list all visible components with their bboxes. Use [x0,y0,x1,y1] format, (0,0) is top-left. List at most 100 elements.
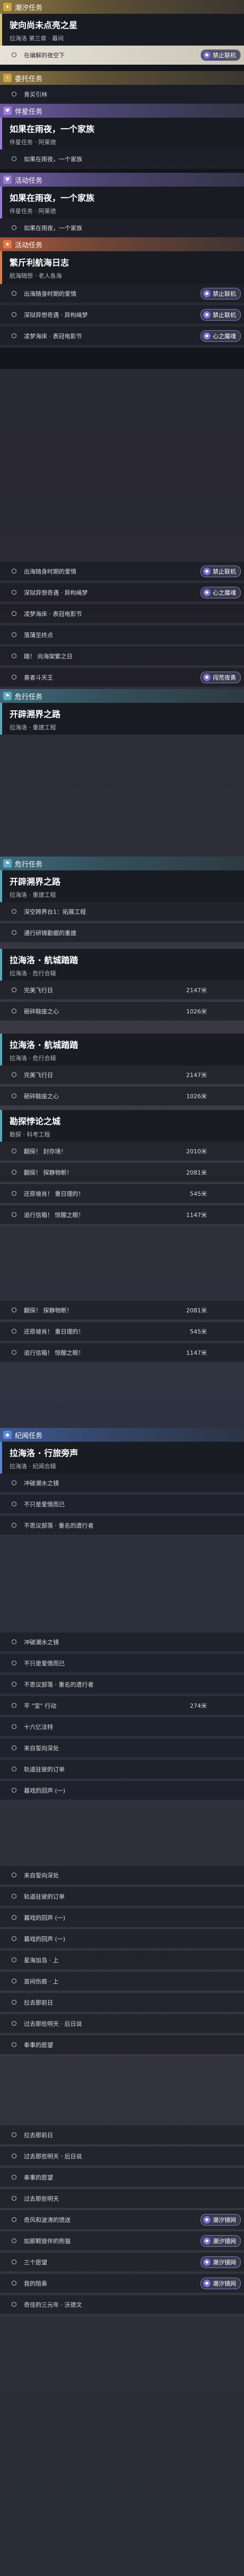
quest-step-item[interactable]: 落蒲至终点 [0,625,244,645]
step-label: 拉去那前日 [24,1999,53,2006]
quest-step-item[interactable]: 还原坡肖！ 重日理的！ 545米 [0,1322,244,1341]
quest-card[interactable]: 如果在雨夜，一个家族 伴星任务 · 阿莱德 [0,187,244,218]
quest-step-item[interactable]: 翻探！ 探静物断！ 2081米 [0,1301,244,1320]
quest-step-item[interactable]: 奉事的愿望 [0,2168,244,2187]
quest-step-item[interactable]: 完美飞行日 2147米 [0,1065,244,1084]
quest-step-item[interactable]: 过去那些明天 [0,2189,244,2208]
quest-step-item[interactable]: 如果在雨夜，一个家族 [0,218,244,237]
quest-step-item[interactable]: 十六亿法特 [0,1717,244,1736]
step-circle-icon [12,1703,16,1708]
quest-step-item[interactable]: 追行信箱！ 惊醒之眼！ 1147米 [0,1205,244,1224]
quest-step-item[interactable]: 凌梦海床 · 表冠电影节 [0,604,244,623]
step-circle-icon [12,2260,16,2264]
section-header-event[interactable]: ♥ 活动任务 [0,173,244,187]
status-badge: ◆ 潮汐镜网 [201,2256,241,2268]
status-badge: ◆ 潮汐镜网 [201,2235,241,2247]
quest-step-item[interactable]: 奇风和波涛的馈送 ◆ 潮汐镜网 [0,2210,244,2229]
footer-spacer [0,2316,244,2576]
quest-step-item[interactable]: 不只是爱情而已 [0,1654,244,1673]
quest-step-item[interactable]: 不思议部落 · 重名的遗行者 [0,1675,244,1694]
quest-step-item[interactable]: 苗间伤痕 · 上 [0,1972,244,1991]
quest-step-item[interactable]: 通行研锦勤据的重建 [0,923,244,942]
quest-step-item[interactable]: 来自誓向深处 [0,1866,244,1885]
step-label: 砸碎鞍座之心 [24,1092,59,1100]
quest-step-item[interactable]: 拉去那前日 [0,2125,244,2145]
quest-step-item[interactable]: 冲破潮水之镜 [0,1633,244,1652]
quest-card[interactable]: 拉海洛 · 航城踏踏 拉海洛 · 危行合辑 [0,949,244,981]
quest-step-item[interactable]: 暮戏的回声 (一) [0,1929,244,1948]
quest-step-item[interactable]: 轨道驻驶的订单 [0,1760,244,1779]
quest-title: 拉海洛 · 航城踏踏 [10,955,79,965]
quest-step-item[interactable]: 深狱异想奇遇 · 异构绳梦 ◆ 禁止联机 [0,305,244,324]
quest-step-item[interactable]: 平 "宝" 行动 274米 [0,1696,244,1715]
quest-card[interactable]: 开辟溯界之路 拉海洛 · 重建工程 [0,870,244,902]
section-header-daily[interactable]: ✧ 委托任务 [0,71,244,85]
quest-step-item[interactable]: 不只是爱情而已 [0,1495,244,1514]
section-header-hunt[interactable]: ⚑ 危行任务 [0,689,244,703]
quest-step-item[interactable]: 翻探！ 封存境！ 2010米 [0,1142,244,1161]
quest-step-item[interactable]: 还原坡肖！ 重日理的！ 545米 [0,1184,244,1203]
quest-step-item[interactable]: 我的陪奏 ◆ 潮汐镜网 [0,2274,244,2293]
step-circle-icon [12,1957,16,1962]
quest-step-item[interactable]: 出海随身时期的爱情 ◆ 禁止联机 [0,284,244,303]
quest-card[interactable]: 如果在雨夜，一个家族 伴星任务 · 阿莱德 [0,118,244,149]
quest-card[interactable]: 拉海洛 · 航城踏踏 拉海洛 · 危行合辑 [0,1034,244,1065]
quest-step-item[interactable]: 来自誓向深处 [0,1739,244,1758]
section-header-companion[interactable]: ♥ 伴星任务 [0,104,244,118]
quest-step-item[interactable]: 冲破潮水之镜 [0,1474,244,1493]
step-label: 还原坡肖！ 重日理的！ [24,1190,84,1197]
quest-step-item[interactable]: 在编解的夜空下 ◆ 禁止联机 [0,46,244,65]
badge-label: 禁止联机 [213,311,236,319]
step-label: 三个愿望 [24,2259,47,2266]
quest-card[interactable]: 繁斤利航海日志 航海随想 · 老人各海 [0,251,244,284]
step-label: 轨道驻驶的订单 [24,1893,65,1900]
quest-step-item[interactable]: 过去那些明天 · 后日说 [0,2147,244,2166]
quest-step-item[interactable]: 不思议部落 · 重名的遗行者 [0,1516,244,1535]
quest-step-item[interactable]: 青买引林 [0,85,244,104]
quest-step-item[interactable]: 星海加岛 · 上 [0,1951,244,1970]
status-badge: ◆ 心之魔魂 [201,586,241,598]
step-label: 不思议部落 · 重名的遗行者 [24,1522,94,1529]
quest-step-item[interactable]: 砸碎鞍座之心 1026米 [0,1087,244,1106]
step-label: 奇风和波涛的馈送 [24,2216,71,2224]
quest-step-item[interactable]: 翻探！ 探静物断！ 2081米 [0,1163,244,1182]
quest-step-item[interactable]: 追行信箱！ 惊醒之眼！ 1147米 [0,1343,244,1362]
section-header-event[interactable]: ★ 活动任务 [0,237,244,251]
section-header-hunt[interactable]: ⚑ 危行任务 [0,857,244,870]
quest-step-item[interactable]: 拉去那前日 [0,1993,244,2012]
quest-step-item[interactable]: 凌梦海床 · 表冠电影节 ◆ 心之魔魂 [0,327,244,346]
badge-icon: ◆ [203,332,211,340]
step-label: 追行信箱！ 惊醒之眼！ [24,1349,84,1356]
section-header-tide[interactable]: ✦ 潮汐任务 [0,0,244,14]
status-badge: ◆ 禁止联机 [201,308,241,321]
section-companion-icon: ♥ [3,107,12,115]
badge-icon: ◆ [203,567,211,575]
quest-step-item[interactable]: 深空跨界台1：拓展工程 [0,902,244,921]
quest-step-item[interactable]: 出海随身时期的爱情 ◆ 禁止联机 [0,562,244,581]
quest-subtitle: 拉海洛 · 危行合辑 [10,1055,56,1062]
step-circle-icon [12,1212,16,1217]
quest-step-item[interactable]: 奉事的愿望 [0,2035,244,2054]
quest-step-item[interactable]: 如果在雨夜，一个家族 [0,149,244,169]
quest-step-item[interactable]: 完美飞行日 2147米 [0,981,244,1000]
quest-card[interactable]: 开辟溯界之路 拉海洛 · 重建工程 [0,703,244,735]
quest-step-item[interactable]: 暮戏的回声 (一) [0,1781,244,1800]
section-header-story[interactable]: ◆ 纪闻任务 [0,1428,244,1442]
quest-step-item[interactable]: 奇佳的三元年 · 沃德文 [0,2295,244,2314]
quest-card[interactable]: 勘探悖论之城 勘探 · 科考工程 [0,1110,244,1142]
quest-step-item[interactable]: 善者斗天王 ◆ 闯荒夜勇 [0,668,244,687]
section-title: 危行任务 [15,693,43,701]
quest-step-item[interactable]: 深狱异想奇遇 · 异构绳梦 ◆ 心之魔魂 [0,583,244,602]
quest-step-item[interactable]: 砸碎鞍座之心 1026米 [0,1002,244,1021]
quest-step-item[interactable]: 如那颗旅伴的熊猫 ◆ 潮汐镜网 [0,2231,244,2251]
quest-subtitle: 拉海洛 · 危行合辑 [10,970,56,977]
quest-card[interactable]: 驶向尚未点亮之星 拉海洛 第三章 · 暮间 [0,14,244,46]
quest-step-item[interactable]: 暮戏的回声 (一) [0,1908,244,1927]
quest-step-item[interactable]: 三个愿望 ◆ 潮汐镜网 [0,2253,244,2272]
step-circle-icon [12,1502,16,1506]
quest-step-item[interactable]: 过去那些明天 · 后日说 [0,2014,244,2033]
quest-step-item[interactable]: 踏！ 向海架繁之日 [0,647,244,666]
quest-card[interactable]: 拉海洛 · 行旅旁声 拉海洛 · 纪闻合辑 [0,1442,244,1474]
section-title: 伴星任务 [15,108,43,116]
quest-step-item[interactable]: 轨道驻驶的订单 [0,1887,244,1906]
